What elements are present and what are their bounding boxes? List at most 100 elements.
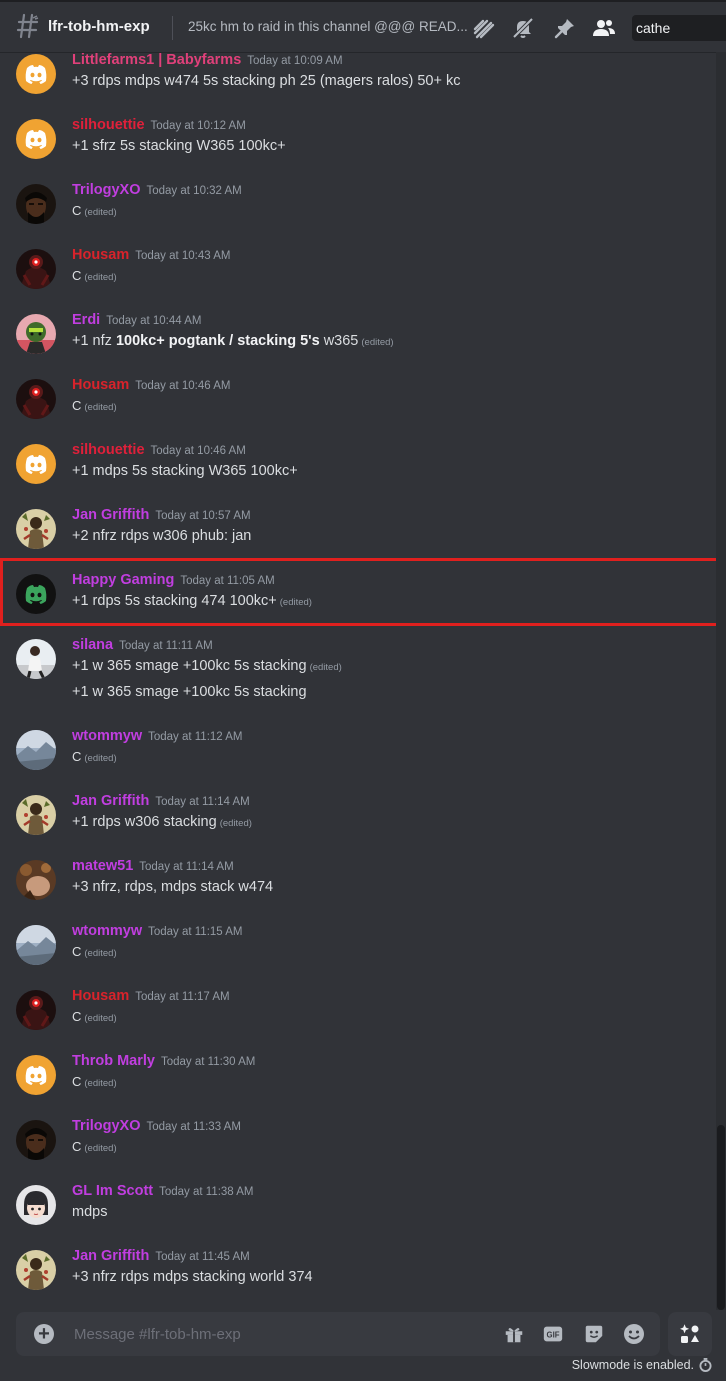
avatar[interactable] [16, 184, 56, 224]
username[interactable]: Jan Griffith [72, 793, 149, 809]
avatar[interactable] [16, 1185, 56, 1225]
message-item[interactable]: Erdi Today at 10:44 AM +1 nfz 100kc+ pogta… [0, 312, 716, 372]
username[interactable]: Littlefarms1 | Babyfarms [72, 52, 241, 68]
message-item[interactable]: Jan Griffith Today at 11:45 AM +3 nfrz rdp… [0, 1248, 716, 1308]
avatar[interactable] [16, 1055, 56, 1095]
message-item[interactable]: Housam Today at 10:46 AM C (edited) [0, 377, 716, 437]
avatar[interactable] [16, 379, 56, 419]
message-author[interactable]: matew51 Today at 11:14 AM [72, 858, 234, 874]
username[interactable]: wtommyw [72, 923, 142, 939]
message-author[interactable]: Jan Griffith Today at 11:45 AM [72, 1248, 250, 1264]
apps-launcher-button[interactable] [668, 1312, 712, 1356]
message-item[interactable]: Housam Today at 10:43 AM C (edited) [0, 247, 716, 307]
username[interactable]: Throb Marly [72, 1053, 155, 1069]
message-timestamp[interactable]: Today at 11:15 AM [148, 926, 242, 938]
avatar[interactable] [16, 444, 56, 484]
scrollbar-track[interactable] [716, 52, 726, 1310]
message-author[interactable]: Throb Marly Today at 11:30 AM [72, 1053, 255, 1069]
message-item[interactable]: wtommyw Today at 11:15 AM C (edited) [0, 923, 716, 983]
username[interactable]: matew51 [72, 858, 133, 874]
gif-icon[interactable]: GIF [541, 1322, 565, 1346]
message-item[interactable]: silhouettie Today at 10:12 AM +1 sfrz 5s s… [0, 117, 716, 177]
username[interactable]: Housam [72, 377, 129, 393]
scrollbar-thumb[interactable] [717, 1125, 725, 1310]
avatar[interactable] [16, 990, 56, 1030]
username[interactable]: Jan Griffith [72, 1248, 149, 1264]
message-timestamp[interactable]: Today at 10:32 AM [147, 185, 242, 197]
message-input[interactable] [72, 1312, 492, 1356]
threads-icon[interactable] [471, 15, 497, 41]
message-timestamp[interactable]: Today at 11:30 AM [161, 1056, 255, 1068]
message-item[interactable]: matew51 Today at 11:14 AM +3 nfrz, rdps, m… [0, 858, 716, 918]
message-timestamp[interactable]: Today at 10:46 AM [151, 445, 246, 457]
avatar[interactable] [16, 119, 56, 159]
emoji-icon[interactable] [622, 1322, 646, 1346]
message-timestamp[interactable]: Today at 10:57 AM [155, 510, 250, 522]
message-timestamp[interactable]: Today at 11:12 AM [148, 731, 242, 743]
message-author[interactable]: silana Today at 11:11 AM [72, 637, 213, 653]
message-author[interactable]: silhouettie Today at 10:12 AM [72, 117, 246, 133]
username[interactable]: Housam [72, 988, 129, 1004]
channel-topic[interactable]: 25kc hm to raid in this channel @@@ READ… [188, 19, 468, 34]
message-timestamp[interactable]: Today at 11:17 AM [135, 991, 229, 1003]
username[interactable]: Housam [72, 247, 129, 263]
message-author[interactable]: TrilogyXO Today at 11:33 AM [72, 1118, 241, 1134]
sticker-icon[interactable] [582, 1322, 606, 1346]
username[interactable]: GL Im Scott [72, 1183, 153, 1199]
message-author[interactable]: Erdi Today at 10:44 AM [72, 312, 201, 328]
message-item[interactable]: GL Im Scott Today at 11:38 AM mdps [0, 1183, 716, 1243]
pinned-messages-icon[interactable] [552, 15, 578, 41]
message-item[interactable]: Littlefarms1 | Babyfarms Today at 10:09 A… [0, 52, 716, 112]
message-item[interactable]: Jan Griffith Today at 11:14 AM +1 rdps w30… [0, 793, 716, 853]
message-timestamp[interactable]: Today at 11:14 AM [139, 861, 233, 873]
notification-bell-muted-icon[interactable] [510, 15, 536, 41]
message-timestamp[interactable]: Today at 10:43 AM [135, 250, 230, 262]
message-item[interactable]: Housam Today at 11:17 AM C (edited) [0, 988, 716, 1048]
avatar[interactable] [16, 795, 56, 835]
username[interactable]: TrilogyXO [72, 182, 141, 198]
message-author[interactable]: Jan Griffith Today at 11:14 AM [72, 793, 250, 809]
message-author[interactable]: Housam Today at 10:46 AM [72, 377, 230, 393]
message-item[interactable]: silhouettie Today at 10:46 AM +1 mdps 5s s… [0, 442, 716, 502]
message-author[interactable]: wtommyw Today at 11:15 AM [72, 923, 243, 939]
message-timestamp[interactable]: Today at 10:09 AM [247, 55, 342, 67]
message-author[interactable]: Housam Today at 10:43 AM [72, 247, 230, 263]
message-author[interactable]: Littlefarms1 | Babyfarms Today at 10:09 A… [72, 52, 343, 68]
message-timestamp[interactable]: Today at 11:33 AM [147, 1121, 241, 1133]
message-author[interactable]: wtommyw Today at 11:12 AM [72, 728, 243, 744]
username[interactable]: TrilogyXO [72, 1118, 141, 1134]
message-item[interactable]: silana Today at 11:11 AM +1 w 365 smage +1… [0, 637, 716, 723]
avatar[interactable] [16, 1120, 56, 1160]
avatar[interactable] [16, 509, 56, 549]
message-timestamp[interactable]: Today at 10:44 AM [106, 315, 201, 327]
avatar[interactable] [16, 925, 56, 965]
message-timestamp[interactable]: Today at 11:11 AM [119, 640, 213, 652]
username[interactable]: Jan Griffith [72, 507, 149, 523]
message-item[interactable]: TrilogyXO Today at 11:33 AM C (edited) [0, 1118, 716, 1178]
avatar[interactable] [16, 1250, 56, 1290]
message-timestamp[interactable]: Today at 10:46 AM [135, 380, 230, 392]
username[interactable]: wtommyw [72, 728, 142, 744]
avatar[interactable] [16, 249, 56, 289]
avatar[interactable] [16, 314, 56, 354]
username[interactable]: Erdi [72, 312, 100, 328]
avatar[interactable] [16, 730, 56, 770]
message-author[interactable]: TrilogyXO Today at 10:32 AM [72, 182, 242, 198]
avatar[interactable] [16, 639, 56, 679]
gift-icon[interactable] [502, 1322, 526, 1346]
message-author[interactable]: silhouettie Today at 10:46 AM [72, 442, 246, 458]
avatar[interactable] [16, 860, 56, 900]
message-timestamp[interactable]: Today at 11:14 AM [155, 796, 249, 808]
message-timestamp[interactable]: Today at 11:45 AM [155, 1251, 249, 1263]
member-list-icon[interactable] [591, 15, 617, 41]
search-input[interactable]: cathe [632, 15, 726, 41]
message-author[interactable]: GL Im Scott Today at 11:38 AM [72, 1183, 254, 1199]
username[interactable]: silhouettie [72, 442, 145, 458]
username[interactable]: silhouettie [72, 117, 145, 133]
message-item[interactable]: Throb Marly Today at 11:30 AM C (edited) [0, 1053, 716, 1113]
message-item[interactable]: wtommyw Today at 11:12 AM C (edited) [0, 728, 716, 788]
message-author[interactable]: Jan Griffith Today at 10:57 AM [72, 507, 251, 523]
username[interactable]: silana [72, 637, 113, 653]
message-author[interactable]: Housam Today at 11:17 AM [72, 988, 230, 1004]
message-timestamp[interactable]: Today at 11:38 AM [159, 1186, 253, 1198]
